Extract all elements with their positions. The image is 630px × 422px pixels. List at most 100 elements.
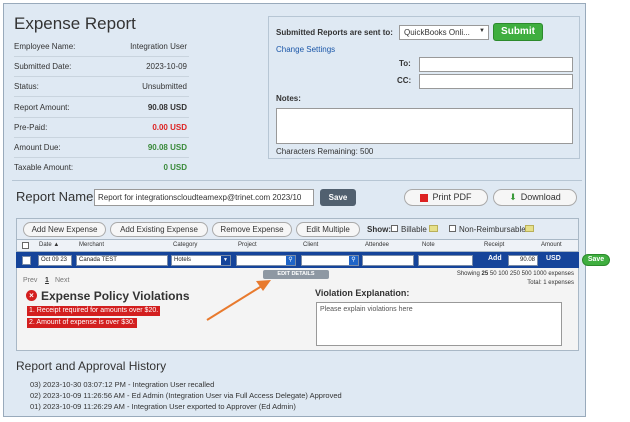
row-merchant[interactable]: Canada TEST [76, 255, 168, 266]
non-reimbursable-label: Non-Reimbursable [459, 225, 526, 234]
row-date[interactable]: Oct 09 23 [38, 255, 72, 266]
notes-label: Notes: [276, 94, 301, 103]
row-project[interactable]: ⚲ [236, 255, 296, 266]
submitted-label: Submitted Date: [14, 62, 72, 71]
page-size-option[interactable]: 25 [482, 271, 489, 277]
annotation-arrow [206, 280, 271, 321]
cc-label: CC: [397, 76, 412, 85]
row-client[interactable]: ⚲ [301, 255, 359, 266]
download-label: Download [520, 192, 561, 202]
add-existing-expense-button[interactable]: Add Existing Expense [110, 222, 208, 237]
destination-value: QuickBooks Onli... [404, 28, 470, 37]
print-pdf-label: Print PDF [432, 192, 472, 202]
column-amount[interactable]: Amount [541, 242, 562, 248]
row-category[interactable]: Hotels ▼ [171, 255, 231, 266]
show-label: Show: [367, 225, 391, 234]
grid-header: Date ▲ Merchant Category Project Client … [16, 240, 579, 252]
chevron-down-icon: ▼ [221, 256, 230, 265]
history-entry: 03) 2023-10-30 03:07:12 PM - Integration… [30, 380, 215, 389]
submit-panel: Submitted Reports are sent to: QuickBook… [268, 16, 580, 159]
total-expenses: Total: 1 expenses [527, 280, 574, 286]
violation-explanation-textarea[interactable]: Please explain violations here [316, 302, 562, 346]
print-pdf-button[interactable]: Print PDF [404, 189, 488, 206]
divider [14, 137, 189, 138]
select-all-checkbox[interactable] [22, 242, 29, 249]
page-number[interactable]: 1 [45, 277, 49, 284]
edit-multiple-button[interactable]: Edit Multiple [296, 222, 360, 237]
prepaid-value: 0.00 USD [152, 123, 187, 132]
characters-remaining: Characters Remaining: 500 [276, 147, 374, 156]
prev-link[interactable]: Prev [23, 277, 37, 284]
divider [14, 117, 189, 118]
page-size-option[interactable]: 500 [522, 271, 532, 277]
search-icon[interactable]: ⚲ [286, 256, 295, 265]
billable-checkbox[interactable] [391, 225, 398, 232]
sent-to-label: Submitted Reports are sent to: [276, 28, 393, 37]
column-receipt[interactable]: Receipt [484, 242, 504, 248]
row-checkbox[interactable] [22, 256, 31, 265]
explanation-label: Violation Explanation: [315, 288, 410, 298]
row-category-value: Hotels [174, 257, 192, 263]
page-size-option[interactable]: 100 [498, 271, 508, 277]
chevron-down-icon: ▼ [479, 28, 485, 34]
column-project[interactable]: Project [238, 242, 257, 248]
amount-label: Report Amount: [14, 103, 70, 112]
page-size-option[interactable]: 1000 [533, 271, 546, 277]
download-button[interactable]: ⬇ Download [493, 189, 577, 206]
report-name-input[interactable]: Report for integrationscloudteamexp@trin… [94, 189, 314, 206]
remove-expense-button[interactable]: Remove Expense [212, 222, 292, 237]
submitted-value: 2023-10-09 [146, 62, 187, 71]
cc-field[interactable] [419, 74, 573, 89]
status-value: Unsubmitted [142, 82, 187, 91]
divider [14, 56, 189, 57]
expense-details-panel: EDIT DETAILS Prev 1 Next Showing 25 50 1… [16, 268, 579, 351]
pdf-icon [420, 193, 429, 202]
notes-textarea[interactable] [276, 108, 573, 144]
row-attendee[interactable] [362, 255, 414, 266]
column-merchant[interactable]: Merchant [79, 242, 104, 248]
section-divider [12, 180, 582, 181]
report-name-label: Report Name [16, 189, 94, 204]
search-icon[interactable]: ⚲ [349, 256, 358, 265]
report-name-save-button[interactable]: Save [320, 189, 356, 206]
to-field[interactable] [419, 57, 573, 72]
submit-button[interactable]: Submit [493, 23, 543, 41]
column-attendee[interactable]: Attendee [365, 242, 389, 248]
due-value: 90.08 USD [147, 143, 187, 152]
destination-select[interactable]: QuickBooks Onli... ▼ [399, 25, 489, 40]
taxable-label: Taxable Amount: [14, 163, 74, 172]
divider [14, 96, 189, 97]
to-label: To: [399, 59, 411, 68]
row-amount[interactable]: 90.08 [508, 255, 538, 266]
add-new-expense-button[interactable]: Add New Expense [23, 222, 106, 237]
column-date[interactable]: Date ▲ [39, 242, 59, 248]
non-reimbursable-checkbox[interactable] [449, 225, 456, 232]
violations-title: Expense Policy Violations [41, 289, 190, 303]
row-currency: USD [546, 255, 561, 262]
due-label: Amount Due: [14, 143, 61, 152]
download-icon: ⬇ [509, 192, 517, 202]
showing-label: Showing [456, 271, 480, 277]
history-title: Report and Approval History [16, 359, 167, 373]
column-client[interactable]: Client [303, 242, 318, 248]
history-entry: 02) 2023-10-09 11:26:56 AM - Ed Admin (I… [30, 391, 342, 400]
receipt-add-link[interactable]: Add [488, 255, 502, 262]
next-link[interactable]: Next [55, 277, 69, 284]
expense-toolbar: Add New Expense Add Existing Expense Rem… [16, 218, 579, 240]
violation-item: 2. Amount of expense is over $30. [27, 318, 137, 328]
change-settings-link[interactable]: Change Settings [276, 45, 335, 54]
column-note[interactable]: Note [422, 242, 435, 248]
page-size-option[interactable]: 250 [510, 271, 520, 277]
billable-color-icon [429, 225, 438, 232]
status-label: Status: [14, 82, 39, 91]
employee-value: Integration User [130, 42, 187, 51]
row-note[interactable] [418, 255, 473, 266]
arrow-shaft [206, 283, 266, 321]
row-save-button[interactable]: Save [582, 254, 610, 266]
history-entry: 01) 2023-10-09 11:26:29 AM - Integration… [30, 402, 296, 411]
page-size-option[interactable]: 50 [490, 271, 497, 277]
billable-label: Billable [401, 225, 427, 234]
table-row[interactable]: Oct 09 23 Canada TEST Hotels ▼ ⚲ ⚲ Add 9… [16, 252, 610, 268]
divider [14, 157, 189, 158]
column-category[interactable]: Category [173, 242, 197, 248]
